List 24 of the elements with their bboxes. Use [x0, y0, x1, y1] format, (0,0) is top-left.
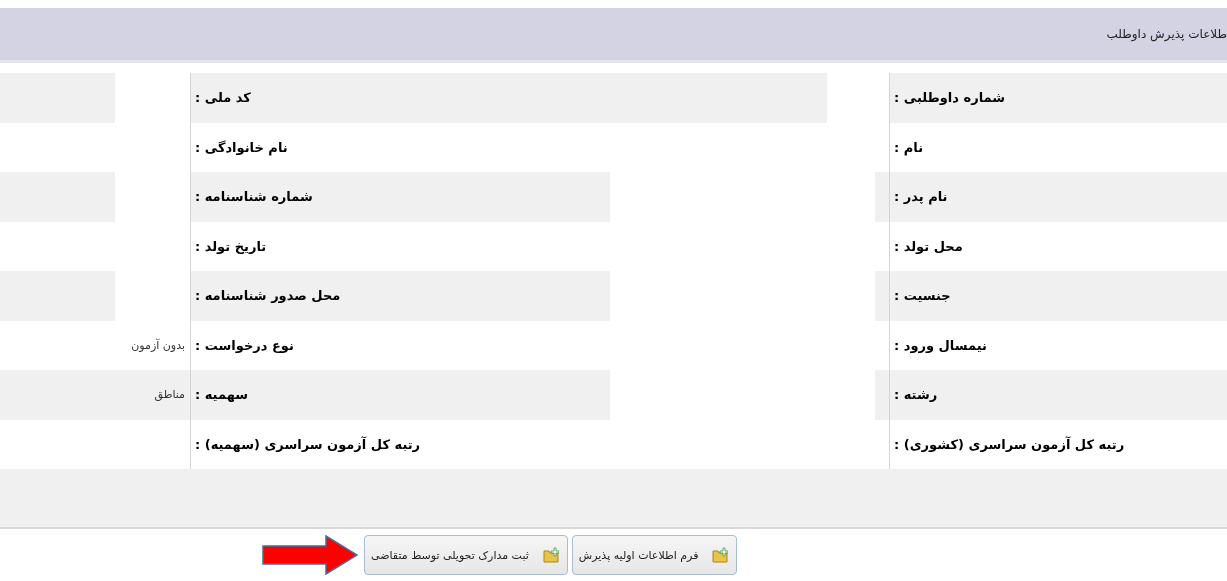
field-label: رتبه کل آزمون سراسری (سهمیه) : [195, 436, 421, 452]
field-label: سهمیه : [195, 387, 248, 403]
field-label: جنسیت : [894, 288, 951, 304]
field-label: کد ملی : [195, 90, 251, 106]
field-label: شماره شناسنامه : [195, 189, 313, 205]
action-button[interactable]: فرم اطلاعات اولیه پذیرش [571, 535, 738, 575]
field-label: نام : [894, 139, 923, 155]
field-label: نام خانوادگی : [195, 139, 288, 155]
folder-plus-icon [712, 547, 729, 563]
arrow-icon [262, 535, 358, 575]
field-label: نوع درخواست : [195, 337, 294, 353]
field-label: نام پدر : [894, 189, 948, 205]
field-label: محل تولد : [894, 238, 963, 254]
field-label: شماره داوطلبی : [894, 90, 1005, 106]
section-title: طلاعات پذیرش داوطلب [1106, 27, 1227, 41]
field-label: رتبه کل آزمون سراسری (کشوری) : [894, 436, 1125, 452]
field-label: رشته : [894, 387, 938, 403]
field-label: نیمسال ورود : [894, 337, 987, 353]
field-label: تاریخ تولد : [195, 238, 267, 254]
folder-plus-icon [542, 547, 559, 563]
action-button[interactable]: ثبت مدارک تحویلی توسط متقاضی [364, 535, 568, 575]
field-value: مناطق [154, 388, 185, 402]
field-value: بدون آزمون [131, 338, 185, 352]
field-label: محل صدور شناسنامه : [195, 288, 341, 304]
